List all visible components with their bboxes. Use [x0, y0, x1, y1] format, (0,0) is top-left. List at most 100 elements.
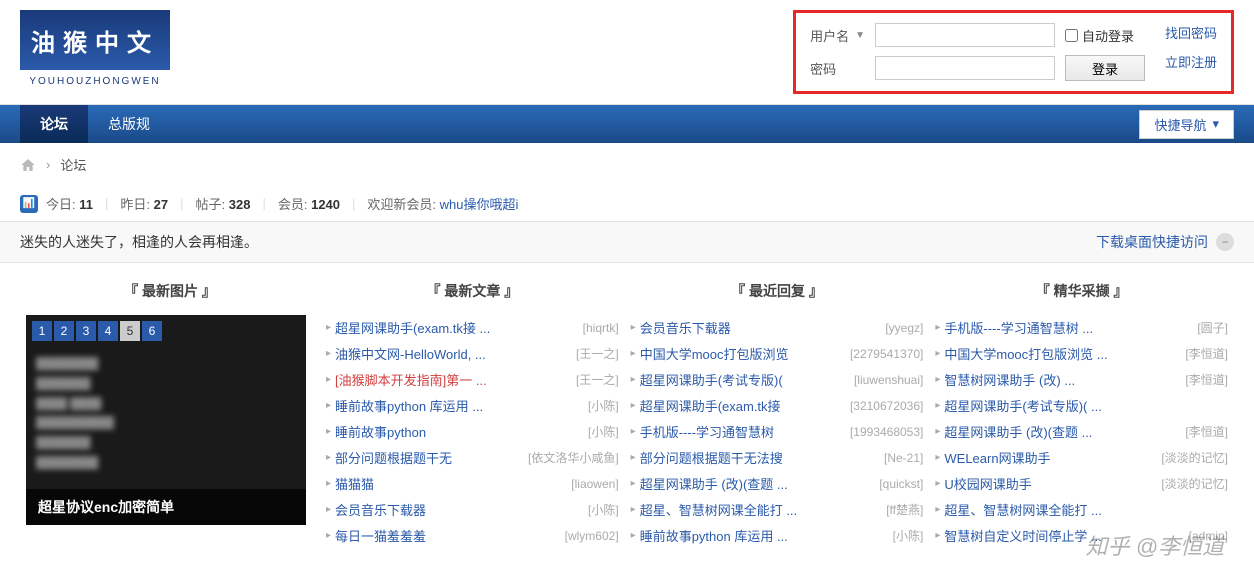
list-item-author[interactable]: [依文洛华小咸鱼] [528, 449, 619, 466]
list-item-author[interactable]: [淡淡的记忆] [1161, 475, 1228, 492]
list-item[interactable]: ▸ 会员音乐下载器[小陈] [326, 497, 619, 523]
list-item-author[interactable]: [李恒道] [1185, 423, 1228, 440]
list-item[interactable]: ▸WELearn网课助手[淡淡的记忆] [935, 445, 1228, 471]
list-item-title[interactable]: 中国大学mooc打包版浏览 [640, 344, 850, 363]
list-item[interactable]: ▸超星网课助手 (改)(查题 ...[李恒道] [935, 419, 1228, 445]
register-link[interactable]: 立即注册 [1165, 52, 1217, 71]
list-item-author[interactable]: [李恒道] [1185, 371, 1228, 388]
list-item-author[interactable]: [hiqrtk] [583, 321, 619, 335]
list-item[interactable]: ▸每日一猫羞羞羞[wlym602] [326, 523, 619, 549]
list-item-title[interactable]: 手机版----学习通智慧树 ... [944, 318, 1197, 337]
chevron-down-icon[interactable]: ▼ [855, 30, 865, 41]
list-item-title[interactable]: 猫猫猫 [335, 474, 571, 493]
forgot-password-link[interactable]: 找回密码 [1165, 23, 1217, 42]
list-item[interactable]: ▸猫猫猫[liaowen] [326, 471, 619, 497]
new-user-link[interactable]: whu操你哦超i [440, 197, 519, 212]
list-item-title[interactable]: [油猴脚本开发指南]第一 ... [335, 370, 576, 389]
list-item-title[interactable]: 超星网课助手(考试专版)( ... [944, 396, 1228, 415]
list-item-author[interactable]: [2279541370] [850, 347, 923, 361]
list-item-title[interactable]: 睡前故事python [335, 422, 588, 441]
list-item[interactable]: ▸中国大学mooc打包版浏览[2279541370] [631, 341, 924, 367]
image-preview[interactable]: 123456 ███████████████████ █████████████… [26, 315, 306, 525]
col-header-replies: 『 最近回复 』 [631, 273, 924, 315]
nav-forum[interactable]: 论坛 [20, 105, 88, 143]
list-item-title[interactable]: 超星网课助手(exam.tk接 [640, 396, 850, 415]
list-item-author[interactable]: [圆子] [1197, 319, 1228, 336]
list-item[interactable]: ▸中国大学mooc打包版浏览 ...[李恒道] [935, 341, 1228, 367]
list-item-title[interactable]: 每日一猫羞羞羞 [335, 526, 565, 545]
list-item-title[interactable]: 超星、智慧树网课全能打 ... [944, 500, 1228, 519]
list-item-author[interactable]: [小陈] [588, 501, 619, 518]
list-item-title[interactable]: 油猴中文网-HelloWorld, ... [335, 344, 576, 363]
list-item-title[interactable]: 超星网课助手(考试专版)( [640, 370, 854, 389]
list-item[interactable]: ▸油猴中文网-HelloWorld, ...[王一之] [326, 341, 619, 367]
list-item-title[interactable]: 会员音乐下载器 [335, 500, 588, 519]
list-item[interactable]: ▸睡前故事python 库运用 ...[小陈] [326, 393, 619, 419]
list-item[interactable]: ▸睡前故事python 库运用 ...[小陈] [631, 523, 924, 549]
list-item-author[interactable]: [3210672036] [850, 399, 923, 413]
list-item[interactable]: ▸超星网课助手(exam.tk接 ...[hiqrtk] [326, 315, 619, 341]
list-item[interactable]: ▸会员音乐下载器[yyegz] [631, 315, 924, 341]
list-item-title[interactable]: 部分问题根据题干无法搜 [640, 448, 884, 467]
nav-rules[interactable]: 总版规 [88, 105, 170, 143]
download-desktop-link[interactable]: 下载桌面快捷访问 [1096, 232, 1208, 252]
list-item[interactable]: ▸超星网课助手(exam.tk接[3210672036] [631, 393, 924, 419]
list-item-author[interactable]: [liaowen] [571, 477, 618, 491]
stats-posts: 帖子: 328 [196, 194, 251, 213]
list-item-title[interactable]: 睡前故事python 库运用 ... [335, 396, 588, 415]
bullet-icon: ▸ [326, 504, 331, 515]
list-item[interactable]: ▸智慧树网课助手 (改) ...[李恒道] [935, 367, 1228, 393]
list-item-title[interactable]: 手机版----学习通智慧树 [640, 422, 850, 441]
list-item[interactable]: ▸超星网课助手(考试专版)( ... [935, 393, 1228, 419]
list-item-title[interactable]: WELearn网课助手 [944, 448, 1161, 467]
list-item[interactable]: ▸超星、智慧树网课全能打 ... [935, 497, 1228, 523]
list-item[interactable]: ▸智慧树自定义时间停止学 ...[admin] [935, 523, 1228, 549]
breadcrumb-forum[interactable]: 论坛 [60, 155, 86, 174]
list-item[interactable]: ▸超星网课助手(考试专版)([liuwenshuai] [631, 367, 924, 393]
username-input[interactable] [875, 23, 1055, 47]
list-item-title[interactable]: 智慧树网课助手 (改) ... [944, 370, 1185, 389]
list-item-author[interactable]: [quickst] [879, 477, 923, 491]
list-item-author[interactable]: [admin] [1189, 529, 1228, 543]
list-item-author[interactable]: [Ne-21] [884, 451, 923, 465]
stats-today: 今日: 11 [46, 194, 93, 213]
list-item[interactable]: ▸手机版----学习通智慧树 ...[圆子] [935, 315, 1228, 341]
list-item-author[interactable]: [ff楚燕] [886, 501, 923, 518]
home-icon[interactable] [20, 157, 36, 173]
list-item[interactable]: ▸部分问题根据题干无法搜[Ne-21] [631, 445, 924, 471]
list-item[interactable]: ▸超星网课助手 (改)(查题 ...[quickst] [631, 471, 924, 497]
password-input[interactable] [875, 56, 1055, 80]
list-item-title[interactable]: 睡前故事python 库运用 ... [640, 526, 893, 545]
list-item-title[interactable]: 会员音乐下载器 [640, 318, 886, 337]
list-item-title[interactable]: 部分问题根据题干无 [335, 448, 528, 467]
collapse-icon[interactable]: − [1216, 233, 1234, 251]
list-item[interactable]: ▸U校园网课助手[淡淡的记忆] [935, 471, 1228, 497]
list-item-author[interactable]: [小陈] [588, 423, 619, 440]
list-item-title[interactable]: 超星、智慧树网课全能打 ... [640, 500, 887, 519]
list-item-author[interactable]: [小陈] [893, 527, 924, 544]
quick-nav-button[interactable]: 快捷导航▾ [1139, 110, 1234, 139]
list-item-author[interactable]: [wlym602] [565, 529, 619, 543]
list-item-author[interactable]: [王一之] [576, 345, 619, 362]
list-item-author[interactable]: [1993468053] [850, 425, 923, 439]
list-item-author[interactable]: [淡淡的记忆] [1161, 449, 1228, 466]
list-item-title[interactable]: 中国大学mooc打包版浏览 ... [944, 344, 1185, 363]
list-item-title[interactable]: U校园网课助手 [944, 474, 1161, 493]
list-item-title[interactable]: 智慧树自定义时间停止学 ... [944, 526, 1188, 545]
site-logo[interactable]: 油猴中文 YOUHOUZHONGWEN [20, 10, 170, 87]
list-item-author[interactable]: [李恒道] [1185, 345, 1228, 362]
login-button[interactable]: 登录 [1065, 55, 1145, 81]
list-item-author[interactable]: [liuwenshuai] [854, 373, 923, 387]
list-item-author[interactable]: [小陈] [588, 397, 619, 414]
list-item[interactable]: ▸部分问题根据题干无[依文洛华小咸鱼] [326, 445, 619, 471]
list-item-author[interactable]: [yyegz] [885, 321, 923, 335]
list-item-author[interactable]: [王一之] [576, 371, 619, 388]
list-item-title[interactable]: 超星网课助手 (改)(查题 ... [640, 474, 880, 493]
list-item[interactable]: ▸[油猴脚本开发指南]第一 ...[王一之] [326, 367, 619, 393]
list-item-title[interactable]: 超星网课助手 (改)(查题 ... [944, 422, 1185, 441]
list-item[interactable]: ▸超星、智慧树网课全能打 ...[ff楚燕] [631, 497, 924, 523]
auto-login-checkbox[interactable] [1065, 29, 1078, 42]
list-item-title[interactable]: 超星网课助手(exam.tk接 ... [335, 318, 583, 337]
list-item[interactable]: ▸睡前故事python[小陈] [326, 419, 619, 445]
list-item[interactable]: ▸手机版----学习通智慧树[1993468053] [631, 419, 924, 445]
